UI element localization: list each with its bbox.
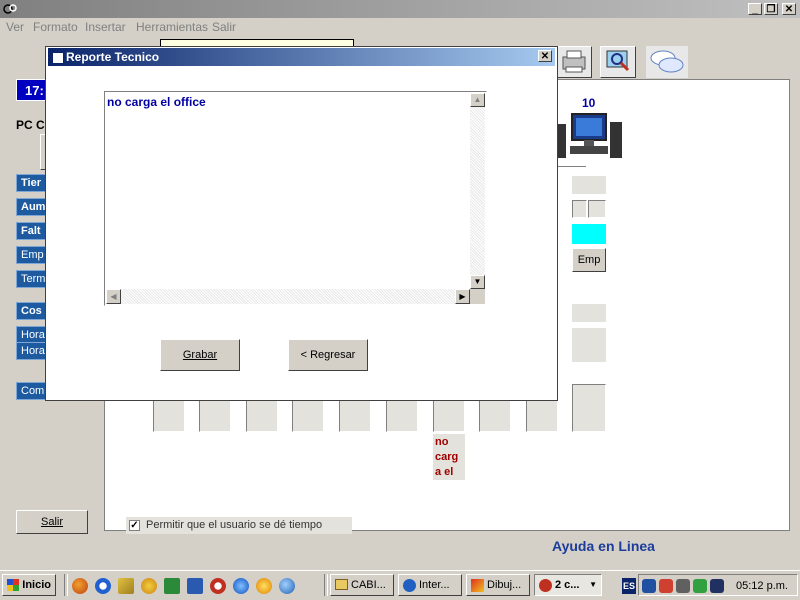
taskbar-divider xyxy=(324,574,328,596)
computer-icon[interactable] xyxy=(558,110,624,166)
menu-insertar[interactable]: Insertar xyxy=(85,20,126,34)
folder-icon xyxy=(335,579,348,590)
task-label: Inter... xyxy=(419,579,450,591)
dialog-title: Reporte Tecnico xyxy=(66,50,160,64)
desktop: { "app": { "menu": ["Ver", "Formato", "I… xyxy=(0,0,800,600)
volume-icon[interactable] xyxy=(676,579,690,593)
timer-checkbox[interactable]: ✓ xyxy=(129,520,140,531)
task-cabi[interactable]: CABI... xyxy=(330,574,394,596)
slot-box[interactable] xyxy=(526,400,558,432)
status-box-3 xyxy=(572,328,606,362)
app-task-icon xyxy=(539,579,552,592)
save-button[interactable]: Grabar xyxy=(160,339,240,371)
minimize-button[interactable]: _ xyxy=(748,3,762,15)
agent-icon[interactable] xyxy=(210,578,226,594)
dialog-icon xyxy=(52,52,64,64)
horizontal-scrollbar[interactable] xyxy=(106,289,470,304)
menu-formato[interactable]: Formato xyxy=(33,20,78,34)
exit-button[interactable]: Salir xyxy=(16,510,88,534)
scroll-right-button[interactable]: ▶ xyxy=(455,289,470,304)
scroll-corner xyxy=(470,289,485,304)
start-label: Inicio xyxy=(22,579,51,591)
status-box-1 xyxy=(572,176,606,194)
task-label: 2 c... xyxy=(555,579,580,591)
slot-box[interactable] xyxy=(433,400,465,432)
firefox-icon[interactable] xyxy=(72,578,88,594)
scroll-up-button[interactable]: ▲ xyxy=(470,93,485,107)
pencil-icon[interactable] xyxy=(118,578,134,594)
report-dialog: Reporte Tecnico ✕ no carga el office ▲ ▼… xyxy=(45,46,558,401)
dialog-close-button[interactable]: ✕ xyxy=(538,50,552,62)
vertical-scrollbar[interactable] xyxy=(470,93,485,289)
language-indicator[interactable]: ES xyxy=(622,578,636,594)
media-player-icon[interactable] xyxy=(95,578,111,594)
printer-icon[interactable] xyxy=(556,46,592,78)
report-textarea[interactable]: no carga el office ▲ ▼ ◀ ▶ xyxy=(104,91,487,306)
scroll-down-button[interactable]: ▼ xyxy=(470,275,485,289)
close-button[interactable]: ✕ xyxy=(782,3,796,15)
task-dibujo[interactable]: Dibuj... xyxy=(466,574,530,596)
taskbar-divider xyxy=(64,574,68,596)
pc-number: 10 xyxy=(582,96,596,110)
task-label: Dibuj... xyxy=(487,579,522,591)
timer-checkbox-label: Permitir que el usuario se dé tiempo xyxy=(146,519,323,531)
word-icon[interactable] xyxy=(187,578,203,594)
excel-icon[interactable] xyxy=(164,578,180,594)
clock[interactable]: 05:12 p.m. xyxy=(736,580,788,592)
messenger-icon[interactable] xyxy=(141,578,157,594)
menu-salir[interactable]: Salir xyxy=(212,20,236,34)
player-icon[interactable] xyxy=(256,578,272,594)
windows-logo-icon xyxy=(7,579,19,591)
slot-box[interactable] xyxy=(572,384,606,432)
scroll-left-button[interactable]: ◀ xyxy=(106,289,121,304)
split-box-left[interactable] xyxy=(572,200,587,218)
slot-box[interactable] xyxy=(479,400,511,432)
chevron-down-icon: ▼ xyxy=(589,580,597,589)
split-box-right[interactable] xyxy=(588,200,606,218)
slot-box[interactable] xyxy=(386,400,418,432)
restore-button[interactable]: ❐ xyxy=(764,3,778,15)
security-icon[interactable] xyxy=(659,579,673,593)
update-icon[interactable] xyxy=(693,579,707,593)
slot-box[interactable] xyxy=(339,400,371,432)
main-titlebar xyxy=(0,0,800,18)
globe-icon[interactable] xyxy=(279,578,295,594)
menu-ver[interactable]: Ver xyxy=(6,20,24,34)
chat-icon[interactable] xyxy=(646,46,688,78)
start-button[interactable]: Inicio xyxy=(2,574,56,596)
slot-box[interactable] xyxy=(246,400,278,432)
paint-icon xyxy=(471,579,484,592)
slot-box[interactable] xyxy=(292,400,324,432)
pc-label: PC C xyxy=(16,118,45,132)
browser-icon xyxy=(403,579,416,592)
report-text: no carga el office xyxy=(107,95,206,109)
slot-box[interactable] xyxy=(153,400,185,432)
internet-explorer-icon[interactable] xyxy=(233,578,249,594)
menu-herramientas[interactable]: Herramientas xyxy=(136,20,208,34)
task-group-active[interactable]: 2 c... ▼ xyxy=(534,574,602,596)
back-button[interactable]: < Regresar xyxy=(288,339,368,371)
slot-box[interactable] xyxy=(199,400,231,432)
note-text: no carg a el xyxy=(433,434,465,480)
status-box-2 xyxy=(572,304,606,322)
search-monitor-icon[interactable] xyxy=(600,46,636,78)
network-icon[interactable] xyxy=(642,579,656,593)
help-link[interactable]: Ayuda en Linea xyxy=(552,538,655,554)
task-label: CABI... xyxy=(351,579,386,591)
app-icon xyxy=(3,2,17,16)
pc-frame-line xyxy=(556,166,586,167)
display-icon[interactable] xyxy=(710,579,724,593)
cyan-indicator xyxy=(572,224,606,244)
task-internet[interactable]: Inter... xyxy=(398,574,462,596)
emp-button[interactable]: Emp xyxy=(572,248,606,272)
